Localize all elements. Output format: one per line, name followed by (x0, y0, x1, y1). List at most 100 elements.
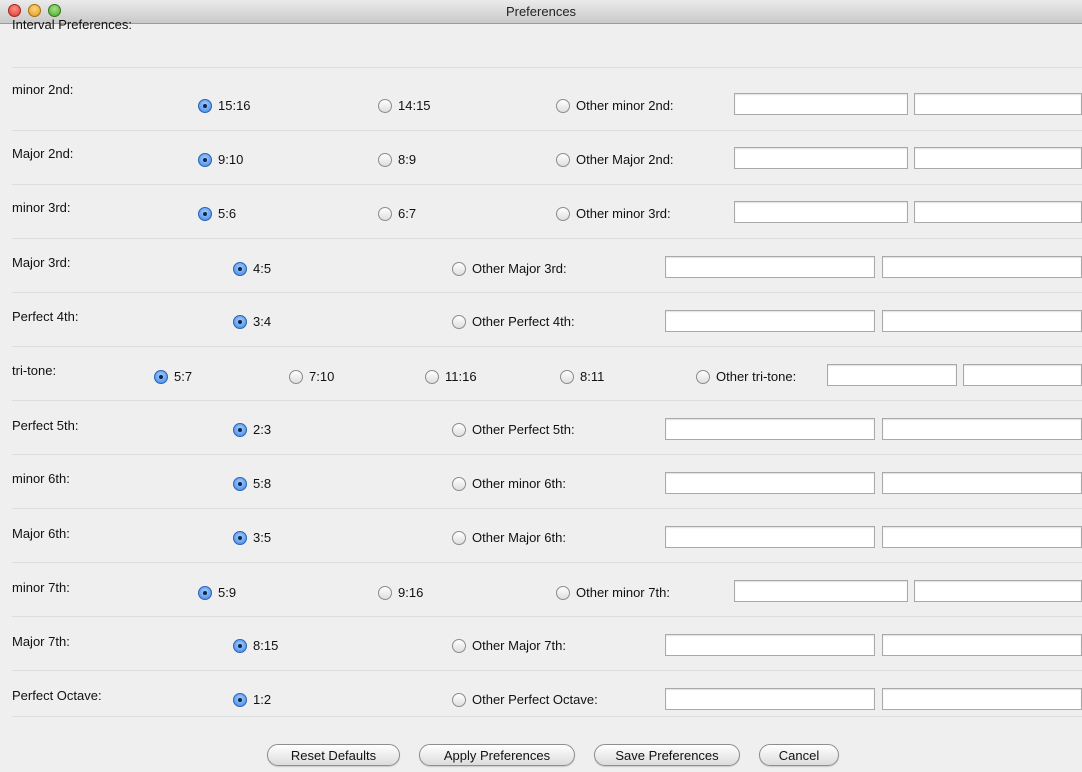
radio-icon (452, 530, 466, 545)
radio-icon (452, 476, 466, 491)
minor-6th-other-field-1[interactable] (665, 472, 875, 494)
major-2nd-label: Major 2nd: (12, 146, 74, 161)
minor-3rd-other-field-1[interactable] (734, 201, 908, 223)
perfect-octave-other-field-1[interactable] (665, 688, 875, 710)
radio-selected-icon (154, 369, 168, 384)
minor-6th-other-option[interactable]: Other minor 6th: (452, 476, 566, 491)
apply-preferences-button[interactable]: Apply Preferences (419, 744, 575, 766)
radio-icon (378, 206, 392, 221)
major-2nd-other-field-1[interactable] (734, 147, 908, 169)
tritone-option-4[interactable]: 8:11 (560, 369, 604, 384)
minor-2nd-other-option[interactable]: Other minor 2nd: (556, 98, 674, 113)
perfect-octave-option-1[interactable]: 1:2 (233, 692, 271, 707)
major-2nd-option-1[interactable]: 9:10 (198, 152, 243, 167)
radio-icon (556, 152, 570, 167)
perfect-5th-other-field-1[interactable] (665, 418, 875, 440)
minor-3rd-option-2[interactable]: 6:7 (378, 206, 416, 221)
perfect-5th-other-field-2[interactable] (882, 418, 1082, 440)
major-7th-other-field-2[interactable] (882, 634, 1082, 656)
minor-7th-other-field-1[interactable] (734, 580, 908, 602)
row-divider (12, 670, 1082, 671)
perfect-octave-other-field-2[interactable] (882, 688, 1082, 710)
perfect-4th-option-1[interactable]: 3:4 (233, 314, 271, 329)
radio-selected-icon (198, 98, 212, 113)
radio-icon (452, 422, 466, 437)
radio-icon (556, 585, 570, 600)
tritone-option-2[interactable]: 7:10 (289, 369, 334, 384)
radio-selected-icon (198, 585, 212, 600)
minor-7th-other-option[interactable]: Other minor 7th: (556, 585, 670, 600)
minor-2nd-option-1[interactable]: 15:16 (198, 98, 251, 113)
minor-6th-label: minor 6th: (12, 471, 70, 486)
radio-icon (556, 98, 570, 113)
perfect-4th-label: Perfect 4th: (12, 309, 79, 324)
minor-3rd-option-1[interactable]: 5:6 (198, 206, 236, 221)
major-3rd-option-1[interactable]: 4:5 (233, 261, 271, 276)
minor-7th-option-2[interactable]: 9:16 (378, 585, 423, 600)
row-divider (12, 454, 1082, 455)
major-7th-other-option[interactable]: Other Major 7th: (452, 638, 566, 653)
row-divider (12, 292, 1082, 293)
major-2nd-option-2[interactable]: 8:9 (378, 152, 416, 167)
major-7th-option-1[interactable]: 8:15 (233, 638, 278, 653)
radio-selected-icon (233, 692, 247, 707)
row-divider (12, 616, 1082, 617)
row-divider (12, 346, 1082, 347)
perfect-5th-label: Perfect 5th: (12, 418, 79, 433)
perfect-4th-other-field-1[interactable] (665, 310, 875, 332)
reset-defaults-button[interactable]: Reset Defaults (267, 744, 400, 766)
major-3rd-other-field-2[interactable] (882, 256, 1082, 278)
major-3rd-other-field-1[interactable] (665, 256, 875, 278)
row-divider (12, 238, 1082, 239)
minor-3rd-other-option[interactable]: Other minor 3rd: (556, 206, 671, 221)
major-6th-label: Major 6th: (12, 526, 70, 541)
major-2nd-other-option[interactable]: Other Major 2nd: (556, 152, 674, 167)
save-preferences-button[interactable]: Save Preferences (594, 744, 740, 766)
major-6th-other-field-1[interactable] (665, 526, 875, 548)
tritone-other-field-2[interactable] (963, 364, 1082, 386)
perfect-5th-option-1[interactable]: 2:3 (233, 422, 271, 437)
major-6th-other-field-2[interactable] (882, 526, 1082, 548)
minor-3rd-other-field-2[interactable] (914, 201, 1082, 223)
preferences-panel: Interval Preferences: minor 2nd: 15:16 1… (0, 17, 1082, 772)
radio-selected-icon (198, 152, 212, 167)
tritone-other-field-1[interactable] (827, 364, 957, 386)
row-divider (12, 184, 1082, 185)
major-3rd-other-option[interactable]: Other Major 3rd: (452, 261, 567, 276)
major-2nd-other-field-2[interactable] (914, 147, 1082, 169)
perfect-octave-other-option[interactable]: Other Perfect Octave: (452, 692, 598, 707)
perfect-4th-other-option[interactable]: Other Perfect 4th: (452, 314, 575, 329)
radio-selected-icon (233, 261, 247, 276)
minor-2nd-option-2[interactable]: 14:15 (378, 98, 431, 113)
major-7th-label: Major 7th: (12, 634, 70, 649)
row-divider (12, 508, 1082, 509)
minor-6th-option-1[interactable]: 5:8 (233, 476, 271, 491)
row-divider (12, 716, 1082, 717)
minor-2nd-other-field-1[interactable] (734, 93, 908, 115)
row-divider (12, 400, 1082, 401)
radio-selected-icon (233, 476, 247, 491)
tritone-option-1[interactable]: 5:7 (154, 369, 192, 384)
tritone-option-3[interactable]: 11:16 (425, 369, 477, 384)
section-header: Interval Preferences: (12, 17, 132, 32)
minor-7th-label: minor 7th: (12, 580, 70, 595)
cancel-button[interactable]: Cancel (759, 744, 839, 766)
major-7th-other-field-1[interactable] (665, 634, 875, 656)
perfect-4th-other-field-2[interactable] (882, 310, 1082, 332)
tritone-other-option[interactable]: Other tri-tone: (696, 369, 796, 384)
radio-selected-icon (233, 530, 247, 545)
major-6th-other-option[interactable]: Other Major 6th: (452, 530, 566, 545)
minor-7th-option-1[interactable]: 5:9 (198, 585, 236, 600)
radio-icon (556, 206, 570, 221)
perfect-octave-label: Perfect Octave: (12, 688, 102, 703)
minor-6th-other-field-2[interactable] (882, 472, 1082, 494)
major-6th-option-1[interactable]: 3:5 (233, 530, 271, 545)
radio-icon (425, 369, 439, 384)
header-divider (12, 67, 1082, 68)
minor-2nd-label: minor 2nd: (12, 82, 74, 97)
minor-2nd-other-field-2[interactable] (914, 93, 1082, 115)
radio-icon (378, 98, 392, 113)
radio-selected-icon (233, 638, 247, 653)
perfect-5th-other-option[interactable]: Other Perfect 5th: (452, 422, 575, 437)
minor-7th-other-field-2[interactable] (914, 580, 1082, 602)
